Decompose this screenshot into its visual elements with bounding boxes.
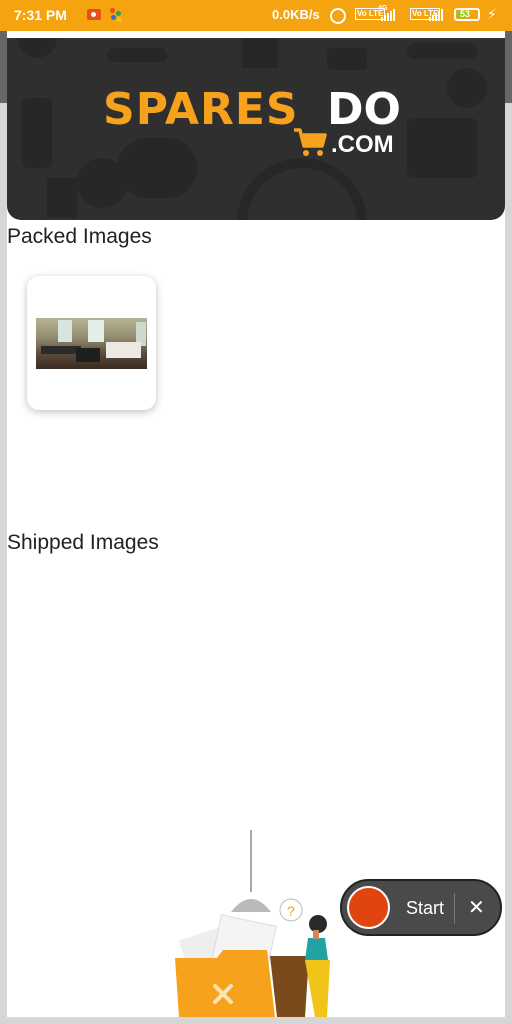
status-bar: 7:31 PM 0.0KB/s Vo LTE 4G Vo LTE 53 ⚡ [0,0,512,31]
shipped-images-title: Shipped Images [7,531,159,554]
screen-recorder-widget[interactable]: Start ✕ [340,879,502,936]
network-speed: 0.0KB/s [272,7,320,22]
spares-do-banner: SPARES DO .COM [7,38,505,220]
signal-icon-2 [429,9,443,21]
start-recording-label[interactable]: Start [406,898,444,919]
battery-level: 53 [460,9,471,19]
screen-record-icon [87,9,101,20]
packed-image-thumbnail[interactable] [36,318,147,369]
packed-images-title: Packed Images [7,225,152,248]
status-time: 7:31 PM [14,7,67,23]
question-mark-icon: ? [287,903,295,919]
logo-com-text: .COM [331,131,394,158]
alarm-icon [330,8,346,24]
app-notification-icon [110,8,126,24]
close-recorder-button[interactable]: ✕ [468,895,485,920]
packed-image-card[interactable] [27,276,156,410]
empty-state-illustration: ? [175,830,330,1017]
recorder-divider [454,893,455,924]
charging-icon: ⚡ [487,6,497,22]
logo-do-text: DO [327,84,401,135]
record-button[interactable] [347,886,390,929]
shopping-cart-icon [294,128,327,156]
battery-icon: 53 [454,8,480,21]
logo-spares-text: SPARES [103,84,299,135]
signal-icon [381,9,395,21]
